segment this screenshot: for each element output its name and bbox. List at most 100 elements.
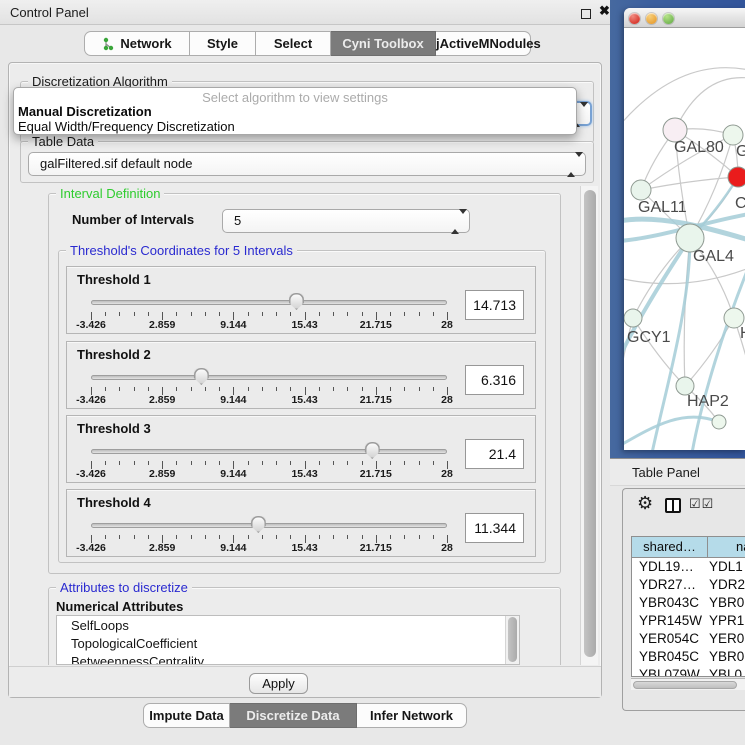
network-node-ga[interactable] xyxy=(723,125,743,145)
slider-thumb[interactable] xyxy=(289,293,304,310)
slider-thumb[interactable] xyxy=(365,442,380,459)
num-intervals-combobox[interactable]: 5 xyxy=(222,209,470,233)
table-cell[interactable]: YPR145W xyxy=(632,612,708,630)
table-column-header[interactable]: na xyxy=(708,537,745,558)
tab-select[interactable]: Select xyxy=(256,31,331,56)
table-cell[interactable]: YBR0 xyxy=(708,648,745,666)
slider-thumb[interactable] xyxy=(251,516,266,533)
table-cell[interactable]: YDR2 xyxy=(708,576,745,594)
attribute-list-item[interactable]: SelfLoops xyxy=(57,616,519,634)
table-cell[interactable]: YDR27… xyxy=(632,576,708,594)
tick-mark xyxy=(248,312,249,316)
tick-mark xyxy=(347,312,348,316)
scrollbar-thumb[interactable] xyxy=(633,681,737,689)
gear-icon[interactable]: ⚙ xyxy=(637,493,653,514)
tab-jactivemnodules[interactable]: jActiveMNodules xyxy=(436,31,531,56)
table-cell[interactable]: YER054C xyxy=(632,630,708,648)
table-column-header[interactable]: shared… xyxy=(632,537,708,558)
table-data-value: galFiltered.sif default node xyxy=(40,156,192,171)
tick-mark xyxy=(390,387,391,391)
minimize-traffic-light[interactable] xyxy=(646,13,657,24)
tick-mark xyxy=(404,535,405,539)
table-cell[interactable]: YER0 xyxy=(708,630,745,648)
scrollbar-thumb[interactable] xyxy=(508,617,517,662)
attribute-list-item[interactable]: BetweennessCentrality xyxy=(57,652,519,665)
network-edge[interactable] xyxy=(675,78,745,130)
network-edge[interactable] xyxy=(624,68,745,126)
checkbox-icons[interactable]: ☑☑ xyxy=(689,496,714,512)
interval-group-title: Interval Definition xyxy=(56,186,164,201)
table-cell[interactable]: YPR1 xyxy=(708,612,745,630)
tick-mark xyxy=(262,387,263,391)
tick-mark xyxy=(262,535,263,539)
threshold-panel: Threshold 2-3.4262.8599.14415.4321.71528… xyxy=(66,341,536,409)
network-graph-canvas[interactable]: GAL80GACGAL11GAL4GCY1HHAP2 xyxy=(624,28,745,450)
node-label: GAL80 xyxy=(674,139,724,156)
tab-cyni-toolbox[interactable]: Cyni Toolbox xyxy=(331,31,436,56)
tick-mark xyxy=(290,461,291,465)
scrollbar-thumb[interactable] xyxy=(584,190,596,657)
tab-network[interactable]: Network xyxy=(84,31,190,56)
tab-impute-data[interactable]: Impute Data xyxy=(143,703,230,728)
attributes-list-scrollbar[interactable] xyxy=(505,616,519,664)
close-icon[interactable]: ✖ xyxy=(599,3,610,19)
tick-label: 15.43 xyxy=(291,319,317,331)
table-data-combobox[interactable]: galFiltered.sif default node xyxy=(28,152,586,176)
numerical-attributes-list[interactable]: SelfLoopsTopologicalCoefficientBetweenne… xyxy=(56,615,520,665)
tick-label: 2.859 xyxy=(149,542,175,554)
tick-mark xyxy=(105,312,106,316)
tick-mark xyxy=(219,387,220,391)
threshold-label: Threshold 2 xyxy=(77,347,151,362)
table-cell[interactable]: YBL079W xyxy=(632,666,708,677)
network-edge[interactable] xyxy=(641,177,738,190)
popup-placeholder-option[interactable]: Select algorithm to view settings xyxy=(14,90,576,105)
network-edge[interactable] xyxy=(624,268,745,284)
table-cell[interactable]: YDL19… xyxy=(632,558,708,576)
network-node-gal11[interactable] xyxy=(631,180,651,200)
slider-track[interactable] xyxy=(91,300,447,305)
network-window-titlebar xyxy=(624,8,745,28)
threshold-value-field[interactable]: 11.344 xyxy=(465,513,524,543)
threshold-value-field[interactable]: 21.4 xyxy=(465,439,524,469)
apply-button[interactable]: Apply xyxy=(249,673,308,694)
threshold-value-field[interactable]: 6.316 xyxy=(465,365,524,395)
attribute-list-item[interactable]: TopologicalCoefficient xyxy=(57,634,519,652)
table-cell[interactable]: YDL1 xyxy=(708,558,745,576)
tick-mark xyxy=(219,535,220,539)
table-cell[interactable]: YBR043C xyxy=(632,594,708,612)
slider-track[interactable] xyxy=(91,523,447,528)
float-window-icon[interactable] xyxy=(581,9,591,19)
split-columns-icon[interactable] xyxy=(665,498,681,513)
table-cell[interactable]: YBL0 xyxy=(708,666,745,677)
network-node-c[interactable] xyxy=(728,167,745,187)
tick-label: 9.144 xyxy=(220,394,246,406)
close-traffic-light[interactable] xyxy=(629,13,640,24)
slider-track[interactable] xyxy=(91,449,447,454)
tick-label: 2.859 xyxy=(149,319,175,331)
tick-mark xyxy=(276,461,277,465)
tick-mark xyxy=(404,312,405,316)
table-horizontal-scrollbar[interactable] xyxy=(631,678,745,690)
table-cell[interactable]: YBR0 xyxy=(708,594,745,612)
node-attribute-table[interactable]: shared…naYDL19…YDL1YDR27…YDR2YBR043CYBR0… xyxy=(631,536,745,677)
network-node-gcy1[interactable] xyxy=(624,309,642,327)
popup-option[interactable]: Equal Width/Frequency Discretization xyxy=(17,119,574,134)
zoom-traffic-light[interactable] xyxy=(663,13,674,24)
slider-track[interactable] xyxy=(91,375,447,380)
tab-infer-network[interactable]: Infer Network xyxy=(357,703,467,728)
tab-style[interactable]: Style xyxy=(190,31,256,56)
slider-thumb[interactable] xyxy=(194,368,209,385)
tick-mark xyxy=(119,312,120,316)
settings-scrollbar[interactable] xyxy=(580,186,598,665)
tick-mark xyxy=(205,535,206,539)
threshold-value-field[interactable]: 14.713 xyxy=(465,290,524,320)
popup-option[interactable]: Manual Discretization xyxy=(17,104,574,119)
network-edge[interactable] xyxy=(624,417,719,446)
tick-mark xyxy=(105,387,106,391)
table-cell[interactable]: YBR045C xyxy=(632,648,708,666)
tick-mark xyxy=(333,535,334,539)
tick-mark xyxy=(262,461,263,465)
table-panel-body: ⚙ ☑☑ shared…naYDL19…YDL1YDR27…YDR2YBR043… xyxy=(622,488,745,711)
network-node[interactable] xyxy=(712,415,726,429)
tab-discretize-data[interactable]: Discretize Data xyxy=(230,703,357,728)
